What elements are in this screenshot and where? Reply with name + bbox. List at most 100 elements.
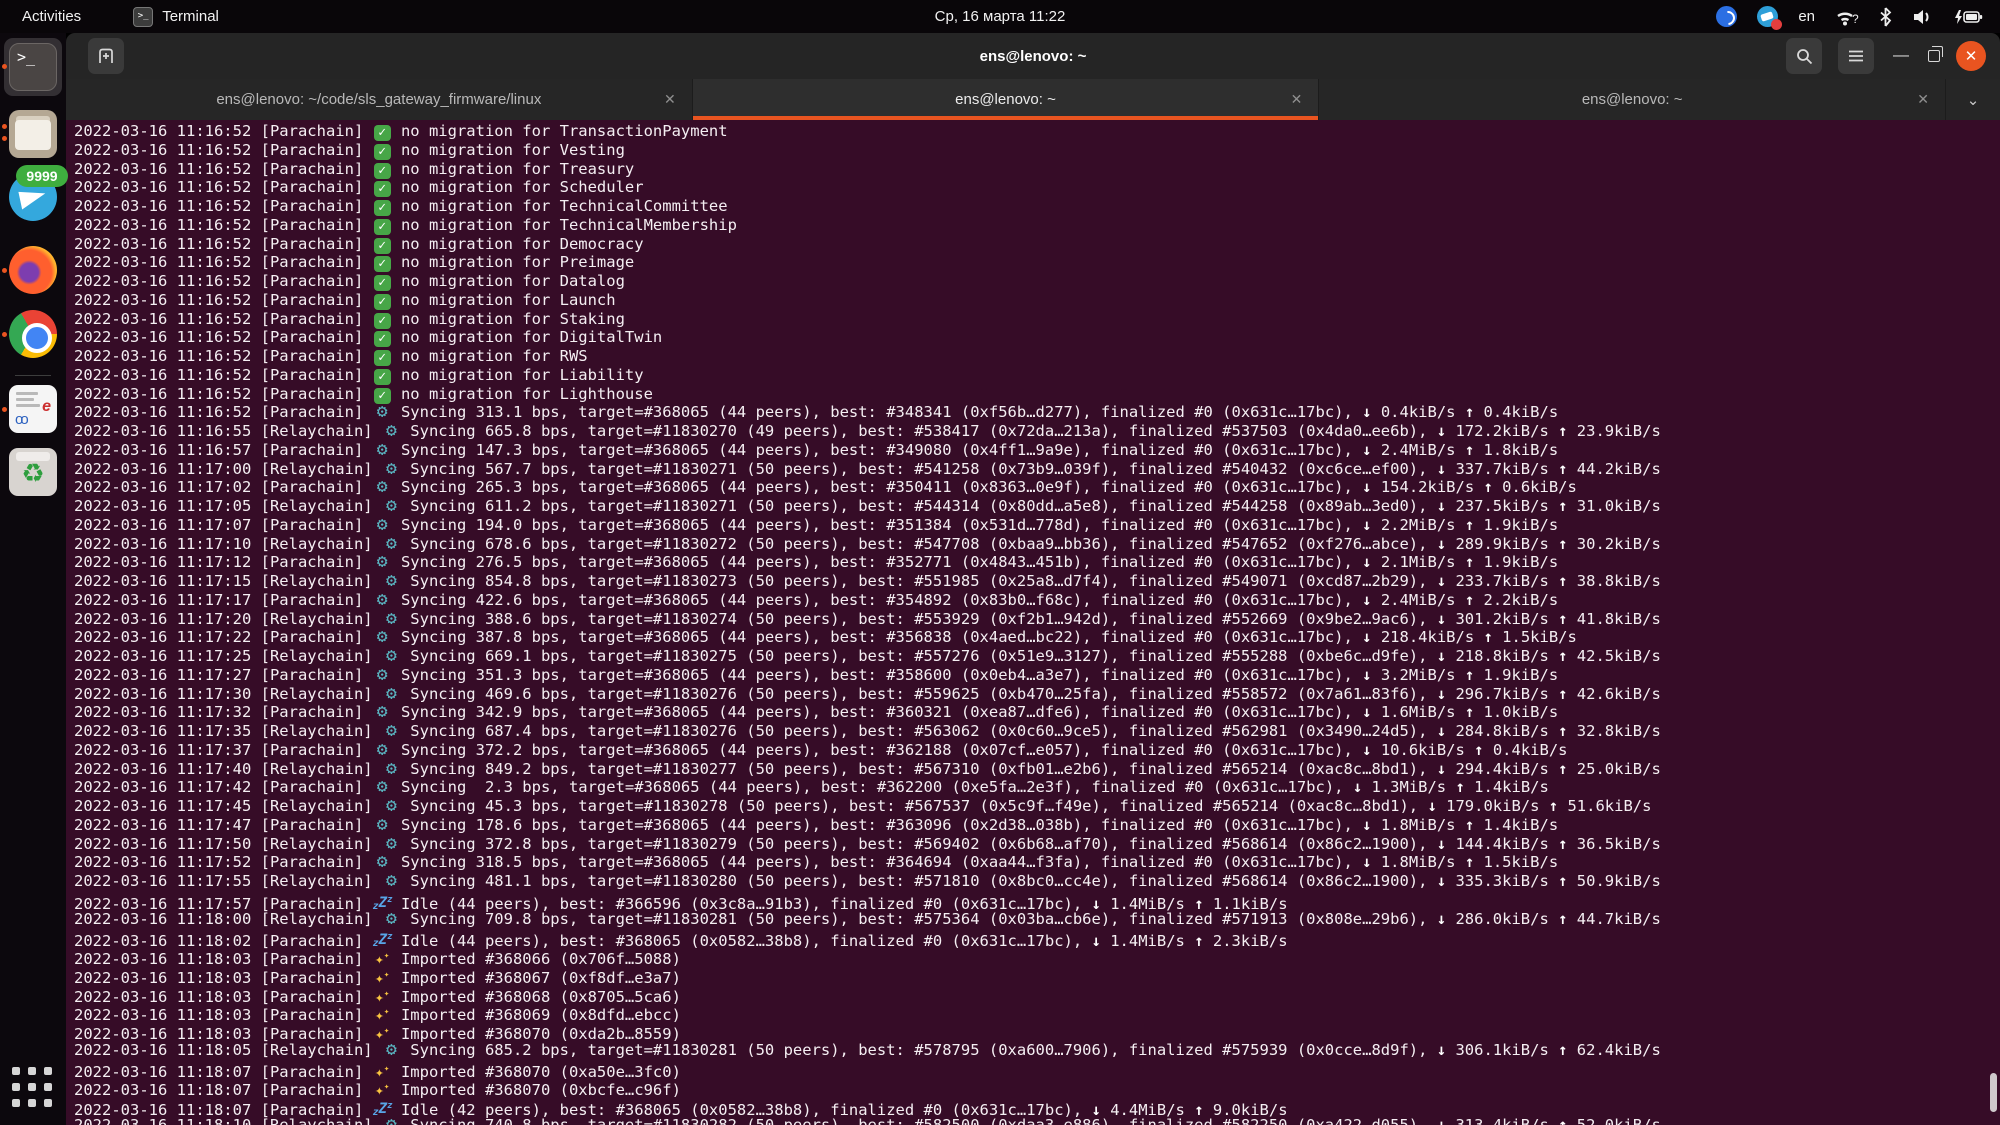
- log-message: Syncing 849.2 bps, target=#11830277 (50 …: [410, 760, 1661, 778]
- minimize-button[interactable]: —: [1890, 47, 1912, 65]
- log-line: 2022-03-16 11:16:52 [Parachain] ✓ no mig…: [74, 235, 2000, 254]
- volume-icon[interactable]: [1912, 7, 1934, 27]
- menu-button[interactable]: [1838, 38, 1874, 74]
- log-line: 2022-03-16 11:18:07 [Parachain] zZz Idle…: [74, 1097, 2000, 1116]
- dock-item-telegram[interactable]: 9999: [9, 173, 57, 221]
- tab-2-active[interactable]: ens@lenovo: ~ ✕: [693, 79, 1320, 120]
- gear-icon: ⚙: [382, 1116, 401, 1125]
- tab-label: ens@lenovo: ~/code/sls_gateway_firmware/…: [216, 91, 541, 108]
- battery-charging-icon[interactable]: [1954, 7, 1984, 27]
- tab-1[interactable]: ens@lenovo: ~/code/sls_gateway_firmware/…: [66, 79, 693, 120]
- dock-item-terminal[interactable]: >_: [4, 38, 62, 96]
- log-message: Syncing 665.8 bps, target=#11830270 (49 …: [410, 422, 1661, 440]
- log-message: Syncing 45.3 bps, target=#11830278 (50 p…: [410, 797, 1651, 815]
- clock[interactable]: Ср, 16 марта 11:22: [935, 0, 1066, 33]
- window-titlebar[interactable]: ens@lenovo: ~ — ✕: [66, 33, 2000, 79]
- log-message: Syncing 387.8 bps, target=#368065 (44 pe…: [401, 628, 1577, 646]
- network-question-icon[interactable]: ?: [1835, 7, 1859, 27]
- log-timestamp: 2022-03-16 11:16:52 [Parachain]: [74, 347, 373, 365]
- document-viewer-icon: e: [42, 398, 51, 416]
- new-tab-button[interactable]: [88, 38, 124, 74]
- log-timestamp: 2022-03-16 11:16:52 [Parachain]: [74, 385, 373, 403]
- terminal-output[interactable]: 2022-03-16 11:16:52 [Parachain] ✓ no mig…: [66, 120, 2000, 1125]
- log-line: 2022-03-16 11:17:35 [Relaychain] ⚙ Synci…: [74, 722, 2000, 741]
- dock-item-chrome[interactable]: [9, 310, 57, 358]
- tab-close-icon[interactable]: ✕: [1291, 91, 1303, 108]
- log-message: Syncing 372.2 bps, target=#368065 (44 pe…: [401, 741, 1568, 759]
- log-timestamp: 2022-03-16 11:17:25 [Relaychain]: [74, 647, 382, 665]
- log-timestamp: 2022-03-16 11:17:55 [Relaychain]: [74, 872, 382, 890]
- log-line: 2022-03-16 11:16:52 [Parachain] ✓ no mig…: [74, 141, 2000, 160]
- check-icon: ✓: [374, 275, 391, 291]
- log-line: 2022-03-16 11:16:52 [Parachain] ✓ no mig…: [74, 197, 2000, 216]
- bluetooth-icon[interactable]: [1879, 7, 1892, 27]
- search-icon: [1796, 48, 1813, 65]
- app-menu-terminal[interactable]: >_ Terminal: [133, 0, 219, 33]
- app-grid-button[interactable]: [12, 1067, 54, 1109]
- dock-item-document-viewer[interactable]: e oo: [9, 385, 57, 433]
- close-button[interactable]: ✕: [1956, 41, 1986, 71]
- log-message: Syncing 740.8 bps, target=#11830282 (50 …: [410, 1116, 1661, 1125]
- log-line: 2022-03-16 11:16:52 [Parachain] ✓ no mig…: [74, 216, 2000, 235]
- check-icon: ✓: [374, 200, 391, 216]
- log-line: 2022-03-16 11:16:52 [Parachain] ✓ no mig…: [74, 347, 2000, 366]
- dock-item-firefox[interactable]: [9, 246, 57, 294]
- check-icon: ✓: [374, 181, 391, 197]
- log-timestamp: 2022-03-16 11:17:12 [Parachain]: [74, 553, 373, 571]
- check-icon: ✓: [374, 163, 391, 179]
- tab-3[interactable]: ens@lenovo: ~ ✕: [1319, 79, 1946, 120]
- log-line: 2022-03-16 11:17:47 [Parachain] ⚙ Syncin…: [74, 816, 2000, 835]
- log-timestamp: 2022-03-16 11:17:27 [Parachain]: [74, 666, 373, 684]
- log-line: 2022-03-16 11:17:45 [Relaychain] ⚙ Synci…: [74, 797, 2000, 816]
- log-timestamp: 2022-03-16 11:17:17 [Parachain]: [74, 591, 373, 609]
- log-line: 2022-03-16 11:16:52 [Parachain] ✓ no mig…: [74, 272, 2000, 291]
- log-line: 2022-03-16 11:17:37 [Parachain] ⚙ Syncin…: [74, 741, 2000, 760]
- log-line: 2022-03-16 11:17:40 [Relaychain] ⚙ Synci…: [74, 760, 2000, 779]
- log-timestamp: 2022-03-16 11:18:05 [Relaychain]: [74, 1041, 382, 1059]
- search-button[interactable]: [1786, 38, 1822, 74]
- log-line: 2022-03-16 11:18:07 [Parachain] ✦✦ Impor…: [74, 1060, 2000, 1079]
- gear-icon: ⚙: [382, 872, 401, 891]
- tab-close-icon[interactable]: ✕: [1917, 91, 1929, 108]
- tab-label: ens@lenovo: ~: [1582, 91, 1683, 108]
- log-message: Syncing 372.8 bps, target=#11830279 (50 …: [410, 835, 1661, 853]
- activities-button[interactable]: Activities: [0, 0, 103, 33]
- log-message: Syncing 388.6 bps, target=#11830274 (50 …: [410, 610, 1661, 628]
- log-message: no migration for Scheduler: [401, 178, 644, 196]
- dock-item-files[interactable]: [9, 110, 57, 158]
- keyboard-layout-indicator[interactable]: en: [1798, 8, 1815, 25]
- log-message: no migration for Vesting: [401, 141, 625, 159]
- log-message: no migration for Datalog: [401, 272, 625, 290]
- tab-close-icon[interactable]: ✕: [664, 91, 676, 108]
- log-line: 2022-03-16 11:18:07 [Parachain] ✦✦ Impor…: [74, 1078, 2000, 1097]
- log-timestamp: 2022-03-16 11:17:07 [Parachain]: [74, 516, 373, 534]
- log-line: 2022-03-16 11:17:00 [Relaychain] ⚙ Synci…: [74, 460, 2000, 479]
- log-line: 2022-03-16 11:18:03 [Parachain] ✦✦ Impor…: [74, 966, 2000, 985]
- log-timestamp: 2022-03-16 11:16:52 [Parachain]: [74, 291, 373, 309]
- check-icon: ✓: [374, 331, 391, 347]
- log-message: Syncing 709.8 bps, target=#11830281 (50 …: [410, 910, 1661, 928]
- log-line: 2022-03-16 11:16:57 [Parachain] ⚙ Syncin…: [74, 441, 2000, 460]
- tray-app-icon[interactable]: [1716, 6, 1737, 27]
- log-message: Syncing 685.2 bps, target=#11830281 (50 …: [410, 1041, 1661, 1059]
- log-message: no migration for DigitalTwin: [401, 328, 662, 346]
- check-icon: ✓: [374, 313, 391, 329]
- gear-icon: ⚙: [373, 666, 392, 685]
- log-timestamp: 2022-03-16 11:16:52 [Parachain]: [74, 178, 373, 196]
- notification-badge: [1771, 19, 1782, 30]
- log-line: 2022-03-16 11:17:20 [Relaychain] ⚙ Synci…: [74, 610, 2000, 629]
- log-line: 2022-03-16 11:16:52 [Parachain] ✓ no mig…: [74, 310, 2000, 329]
- scrollbar-thumb[interactable]: [1990, 1073, 1997, 1112]
- log-line: 2022-03-16 11:16:52 [Parachain] ✓ no mig…: [74, 122, 2000, 141]
- log-timestamp: 2022-03-16 11:16:57 [Parachain]: [74, 441, 373, 459]
- tray-app-badge-icon[interactable]: [1757, 6, 1778, 27]
- running-dot: [2, 64, 7, 69]
- hamburger-icon: [1848, 50, 1864, 62]
- restore-button[interactable]: [1928, 50, 1940, 62]
- log-message: Syncing 854.8 bps, target=#11830273 (50 …: [410, 572, 1661, 590]
- gear-icon: ⚙: [373, 816, 392, 835]
- dock-item-trash[interactable]: ♻: [9, 448, 57, 496]
- gear-icon: ⚙: [382, 647, 401, 666]
- tab-list-chevron-down-icon[interactable]: ⌄: [1946, 79, 2000, 120]
- log-message: Syncing 669.1 bps, target=#11830275 (50 …: [410, 647, 1661, 665]
